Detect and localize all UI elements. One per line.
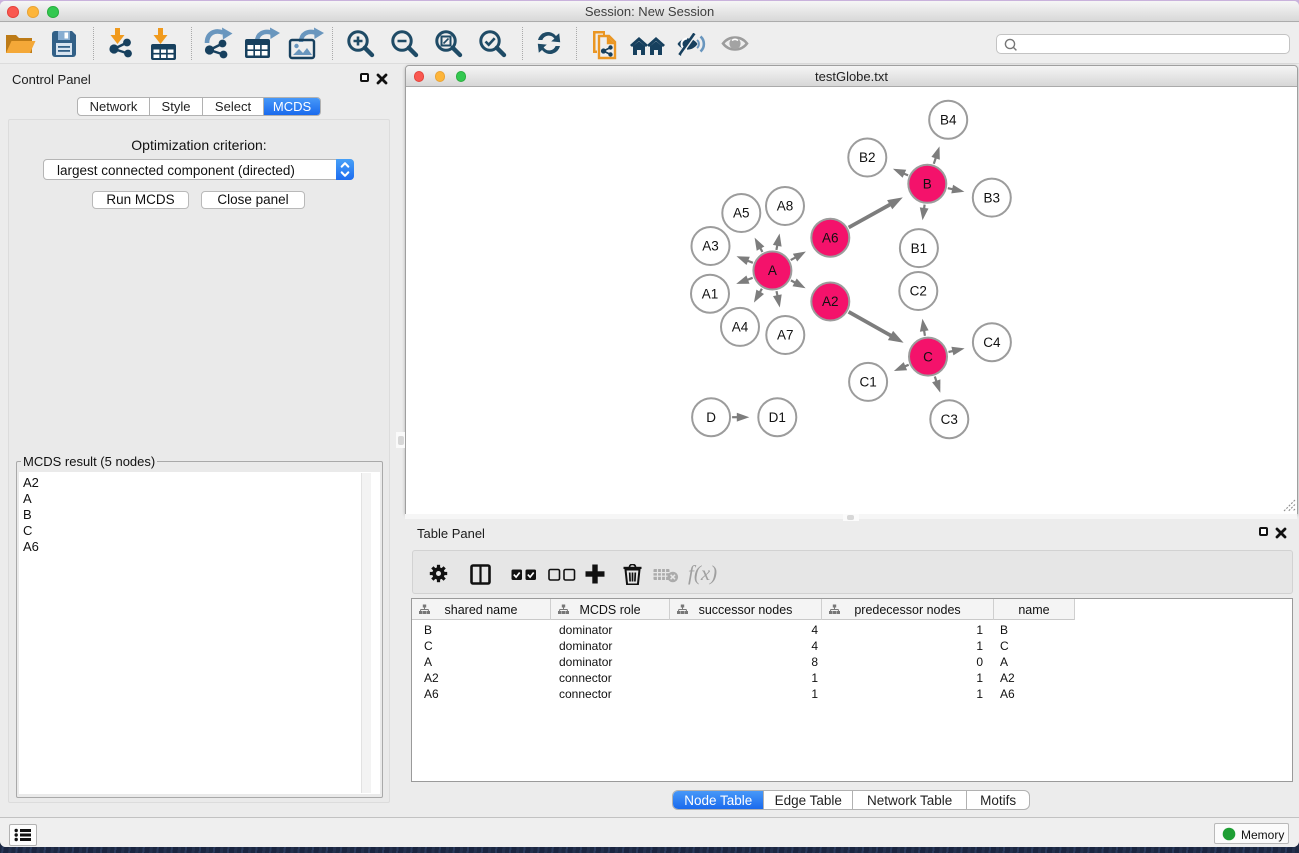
svg-text:A2: A2: [822, 294, 839, 309]
svg-text:B2: B2: [859, 150, 876, 165]
svg-text:B: B: [923, 177, 932, 192]
svg-text:C3: C3: [941, 412, 958, 427]
svg-text:D1: D1: [769, 410, 786, 425]
svg-text:A: A: [768, 263, 777, 278]
svg-text:A4: A4: [732, 320, 749, 335]
svg-text:B1: B1: [911, 241, 928, 256]
svg-text:C: C: [923, 349, 933, 364]
svg-text:D: D: [706, 410, 716, 425]
svg-text:C4: C4: [983, 335, 1001, 350]
svg-text:A1: A1: [702, 286, 719, 301]
svg-text:A3: A3: [702, 239, 719, 254]
svg-text:C1: C1: [859, 375, 876, 390]
svg-text:A5: A5: [733, 206, 750, 221]
svg-text:C2: C2: [910, 284, 927, 299]
svg-text:B4: B4: [940, 113, 957, 128]
svg-text:A6: A6: [822, 230, 839, 245]
svg-text:A8: A8: [777, 199, 794, 214]
svg-text:A7: A7: [777, 328, 794, 343]
svg-text:B3: B3: [984, 190, 1001, 205]
